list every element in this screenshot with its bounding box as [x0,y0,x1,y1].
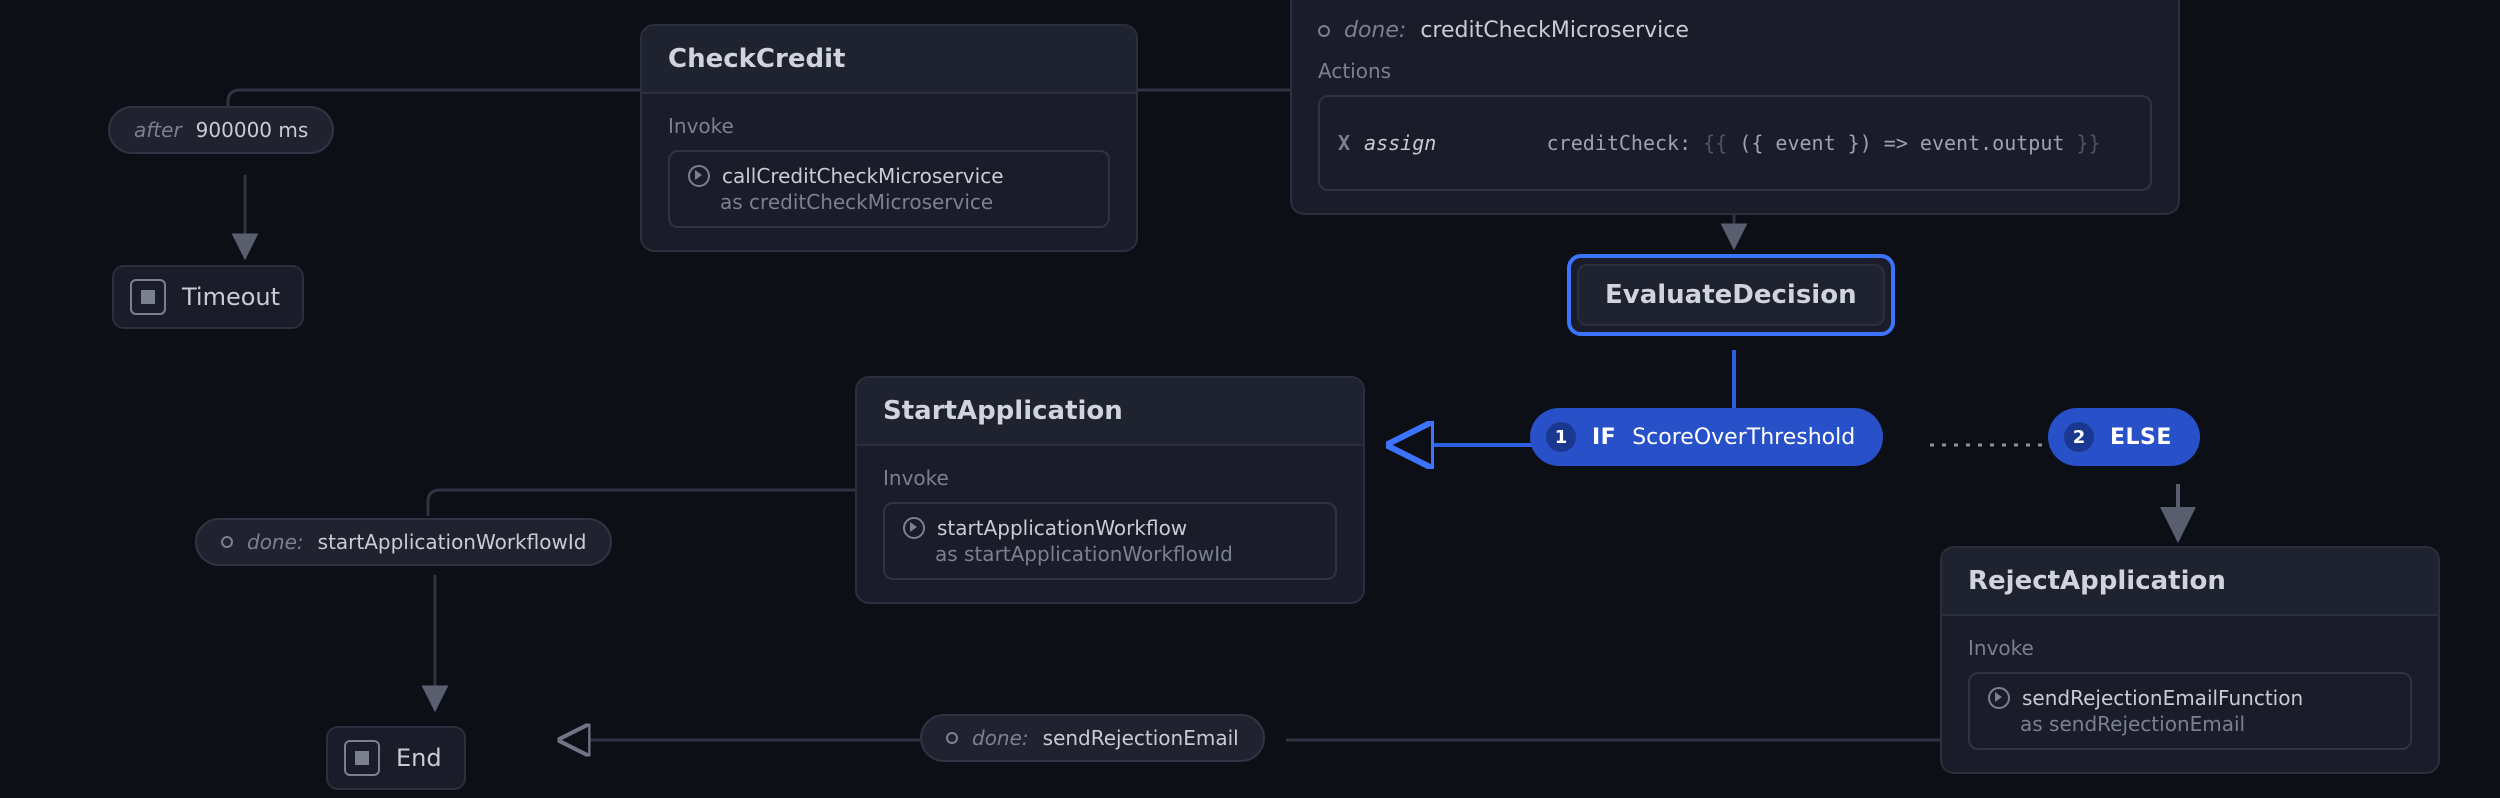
invoke-reject-app[interactable]: sendRejectionEmailFunction as sendReject… [1968,672,2412,750]
after-keyword: after [134,118,182,142]
state-machine-canvas[interactable]: after 900000 ms Timeout CheckCredit Invo… [0,0,2500,798]
play-icon [1988,687,2010,709]
assign-brace-l: {{ [1703,131,1739,155]
end-label: End [396,744,442,772]
x-icon: X [1338,131,1350,155]
invoke-fn: callCreditCheckMicroservice [722,164,1004,188]
state-evaluate-decision[interactable]: EvaluateDecision [1567,254,1895,336]
final-state-icon [344,740,380,776]
state-end[interactable]: End [326,726,466,790]
reject-app-title: RejectApplication [1942,548,2438,616]
state-reject-application[interactable]: RejectApplication Invoke sendRejectionEm… [1940,546,2440,774]
done-value: creditCheckMicroservice [1420,18,1689,43]
assign-keyword: assign [1364,131,1436,155]
invoke-as-prefix: as [935,542,964,566]
invoke-label: Invoke [668,114,1110,138]
invoke-as: creditCheckMicroservice [749,190,993,214]
edge-after-timeout[interactable]: after 900000 ms [108,106,334,154]
state-timeout[interactable]: Timeout [112,265,304,329]
after-value: 900000 ms [196,118,309,142]
if-keyword: IF [1592,425,1616,450]
timeout-label: Timeout [182,283,280,311]
if-condition: ScoreOverThreshold [1632,425,1855,450]
invoke-call-credit[interactable]: callCreditCheckMicroservice as creditChe… [668,150,1110,228]
assign-code-open: creditCheck: [1547,131,1704,155]
actions-label: Actions [1318,59,2152,83]
evaluate-title: EvaluateDecision [1577,264,1885,326]
invoke-fn: sendRejectionEmailFunction [2022,686,2303,710]
assign-code-body: ({ event }) => event.output [1739,131,2064,155]
invoke-start-app[interactable]: startApplicationWorkflow as startApplica… [883,502,1337,580]
invoke-fn: startApplicationWorkflow [937,516,1187,540]
done-keyword: done: [972,726,1029,750]
assign-action[interactable]: X assign creditCheck: {{ ({ event }) => … [1318,95,2152,191]
invoke-as-prefix: as [2020,712,2049,736]
condition-if[interactable]: 1 IF ScoreOverThreshold [1530,408,1883,466]
invoke-as: startApplicationWorkflowId [964,542,1233,566]
done-keyword: done: [247,530,304,554]
play-icon [688,165,710,187]
play-icon [903,517,925,539]
else-index: 2 [2064,422,2094,452]
if-index: 1 [1546,422,1576,452]
assign-brace-r: }} [2064,131,2100,155]
done-keyword: done: [1344,18,1406,43]
final-state-icon [130,279,166,315]
condition-else[interactable]: 2 ELSE [2048,408,2200,466]
invoke-label: Invoke [883,466,1337,490]
invoke-as-prefix: as [720,190,749,214]
done-value: startApplicationWorkflowId [318,530,587,554]
edge-done-credit[interactable]: done: creditCheckMicroservice Actions X … [1290,0,2180,215]
start-app-title: StartApplication [857,378,1363,446]
bullet-icon [946,732,958,744]
bullet-icon [221,536,233,548]
edge-done-start-app[interactable]: done: startApplicationWorkflowId [195,518,612,566]
done-value: sendRejectionEmail [1043,726,1239,750]
check-credit-title: CheckCredit [642,26,1136,94]
invoke-label: Invoke [1968,636,2412,660]
state-check-credit[interactable]: CheckCredit Invoke callCreditCheckMicros… [640,24,1138,252]
invoke-as: sendRejectionEmail [2049,712,2245,736]
state-start-application[interactable]: StartApplication Invoke startApplication… [855,376,1365,604]
else-keyword: ELSE [2110,425,2172,450]
edge-done-reject[interactable]: done: sendRejectionEmail [920,714,1265,762]
bullet-icon [1318,25,1330,37]
